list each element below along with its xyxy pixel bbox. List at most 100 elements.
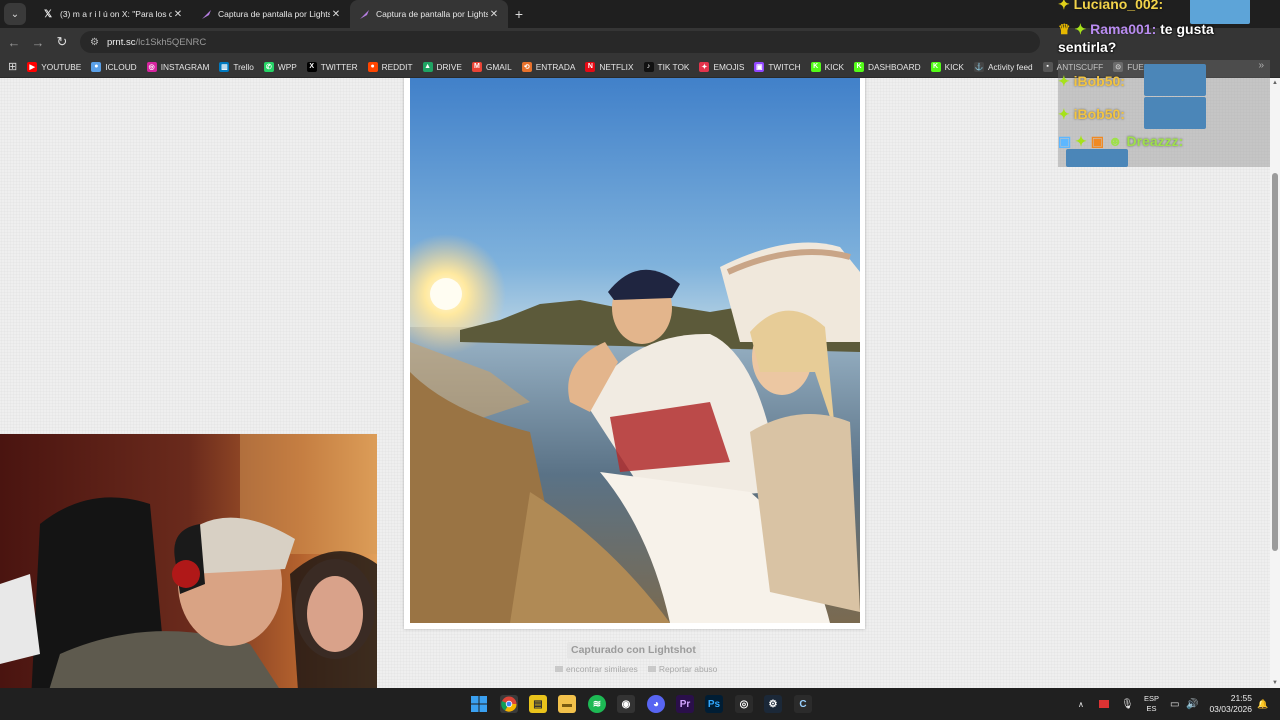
stream-chat-overlay: ✦ Luciano_002: ♛ ✦ Rama001: te gusta sen…: [1058, 0, 1280, 167]
bookmark-item[interactable]: N NETFLIX: [585, 61, 634, 72]
tray-overflow-button[interactable]: ∧: [1078, 688, 1084, 720]
x-icon: 𝕏: [43, 8, 53, 20]
flag-tray-icon: [1099, 700, 1109, 708]
tab-title: Captura de pantalla por Lightsh: [376, 9, 488, 19]
apps-grid-icon[interactable]: ⊞: [8, 60, 17, 73]
bookmark-label: NETFLIX: [599, 61, 634, 72]
chat-message: ♛ ✦ Rama001: te gusta sentirla?: [1058, 20, 1270, 56]
bookmark-favicon-icon: ◎: [146, 61, 157, 72]
bookmark-item[interactable]: ⚓ Activity feed: [973, 61, 1033, 72]
badge-icon: ▣: [1058, 133, 1072, 149]
notifications-icon[interactable]: 🔔: [1257, 688, 1268, 720]
bookmark-favicon-icon: N: [585, 61, 596, 72]
badge-icon: ▣: [1090, 133, 1104, 149]
spotify-button[interactable]: ≋: [588, 695, 606, 713]
badge-icon: ✦: [1074, 21, 1087, 37]
scroll-thumb[interactable]: [1272, 173, 1278, 551]
bookmark-item[interactable]: ♪ TIK TOK: [643, 61, 689, 72]
start-button[interactable]: [470, 695, 488, 713]
close-tab-icon[interactable]: ✕: [488, 9, 500, 20]
bookmark-item[interactable]: X TWITTER: [306, 61, 358, 72]
report-abuse-link[interactable]: Reportar abuso: [647, 664, 717, 674]
close-tab-icon[interactable]: ✕: [330, 9, 342, 20]
ccleaner-icon: C: [799, 698, 807, 710]
windows-icon: [471, 696, 487, 712]
bookmark-item[interactable]: K KICK: [810, 61, 844, 72]
chat-message: ✦ Luciano_002:: [1058, 0, 1270, 13]
forward-button[interactable]: →: [26, 35, 50, 50]
badge-icon: ✦: [1075, 133, 1087, 149]
bookmark-item[interactable]: ▣ TWITCH: [754, 61, 801, 72]
bookmark-favicon-icon: ⚓: [973, 61, 984, 72]
input-language[interactable]: ESP ES: [1144, 694, 1159, 714]
steam-button[interactable]: ⚙: [764, 695, 782, 713]
screenshot-frame: [404, 78, 865, 629]
lightshot-icon: [200, 8, 212, 20]
bookmark-item[interactable]: ● REDDIT: [367, 61, 413, 72]
bookmark-item[interactable]: ● ICLOUD: [91, 61, 137, 72]
reload-button[interactable]: ↻: [50, 34, 74, 50]
bookmark-label: INSTAGRAM: [160, 61, 210, 72]
tab-lightshot-2[interactable]: Captura de pantalla por Lightsh ✕: [350, 0, 508, 28]
bookmark-favicon-icon: K: [930, 61, 941, 72]
bookmark-item[interactable]: ✆ WPP: [263, 61, 297, 72]
spotify-icon: ≋: [592, 698, 602, 710]
chrome-taskbar-button[interactable]: [500, 695, 518, 713]
tab-twitter[interactable]: 𝕏 (3) m a r i l ú on X: "Para los qu ✕: [34, 0, 192, 28]
close-tab-icon[interactable]: ✕: [172, 9, 184, 20]
bookmark-favicon-icon: ▲: [422, 61, 433, 72]
image-icon: [555, 666, 563, 672]
discord-button[interactable]: ◕: [647, 695, 665, 713]
arrow-left-icon: ←: [7, 34, 21, 50]
lightshot-caption[interactable]: Capturado con Lightshot: [567, 642, 700, 659]
sticky-notes-button[interactable]: ▤: [529, 695, 547, 713]
screenshot-image[interactable]: [410, 78, 860, 623]
file-explorer-button[interactable]: ▬: [558, 695, 576, 713]
bookmark-item[interactable]: K DASHBOARD: [854, 61, 921, 72]
back-button[interactable]: ←: [2, 35, 26, 50]
bookmark-label: DASHBOARD: [868, 61, 921, 72]
site-info-icon[interactable]: ⚙: [90, 37, 99, 48]
tab-search-button[interactable]: ⌄: [4, 3, 26, 25]
bookmark-item[interactable]: ✦ EMOJIS: [699, 61, 744, 72]
photoshop-icon: Ps: [707, 698, 721, 710]
find-similar-link[interactable]: encontrar similares: [555, 664, 638, 674]
photoshop-button[interactable]: Ps: [705, 695, 723, 713]
tab-lightshot-1[interactable]: Captura de pantalla por Lightsh ✕: [192, 0, 350, 28]
bookmark-item[interactable]: ▶ YOUTUBE: [27, 61, 81, 72]
bookmark-item[interactable]: ▲ DRIVE: [422, 61, 462, 72]
flag-icon: [647, 666, 656, 672]
url-host: prnt.sc: [106, 36, 136, 48]
bookmark-favicon-icon: K: [810, 61, 821, 72]
bookmark-favicon-icon: ●: [367, 61, 378, 72]
clock-time: 21:55: [1230, 693, 1252, 703]
microphone-icon[interactable]: 🎙: [1121, 688, 1134, 720]
network-icon[interactable]: ▭: [1170, 688, 1179, 720]
scroll-down-icon[interactable]: ▼: [1272, 680, 1278, 686]
obs-button[interactable]: ◉: [617, 695, 635, 713]
ccleaner-button[interactable]: C: [794, 695, 812, 713]
bookmark-label: REDDIT: [381, 61, 413, 72]
system-clock[interactable]: 21:55 03/03/2026: [1209, 693, 1252, 715]
address-bar[interactable]: ⚙ prnt.sc/lc1Skh5QENRC: [80, 31, 1040, 53]
bookmark-favicon-icon: ▣: [754, 61, 765, 72]
page-links: encontrar similares Reportar abuso: [555, 664, 717, 674]
crown-badge-icon: ♛: [1058, 21, 1071, 37]
bookmark-item[interactable]: ▥ Trello: [219, 61, 254, 72]
tray-app-icon[interactable]: [1099, 688, 1109, 720]
volume-icon[interactable]: 🔊: [1186, 688, 1198, 720]
app-button[interactable]: ◎: [735, 695, 753, 713]
bookmark-favicon-icon: ⟲: [521, 61, 532, 72]
new-tab-button[interactable]: +: [508, 6, 530, 22]
bookmark-favicon-icon: K: [854, 61, 864, 72]
premiere-icon: Pr: [679, 698, 691, 710]
page-scrollbar[interactable]: ▲ ▼: [1270, 78, 1280, 688]
bookmark-item[interactable]: ◎ INSTAGRAM: [146, 61, 210, 72]
webcam-feed: [0, 434, 377, 720]
bookmark-favicon-icon: ▪: [1042, 61, 1053, 72]
bookmark-item[interactable]: K KICK: [930, 61, 964, 72]
bookmark-item[interactable]: ⟲ ENTRADA: [521, 61, 575, 72]
bookmark-label: TWITTER: [320, 61, 358, 72]
bookmark-item[interactable]: M GMAIL: [471, 61, 512, 72]
premiere-button[interactable]: Pr: [676, 695, 694, 713]
